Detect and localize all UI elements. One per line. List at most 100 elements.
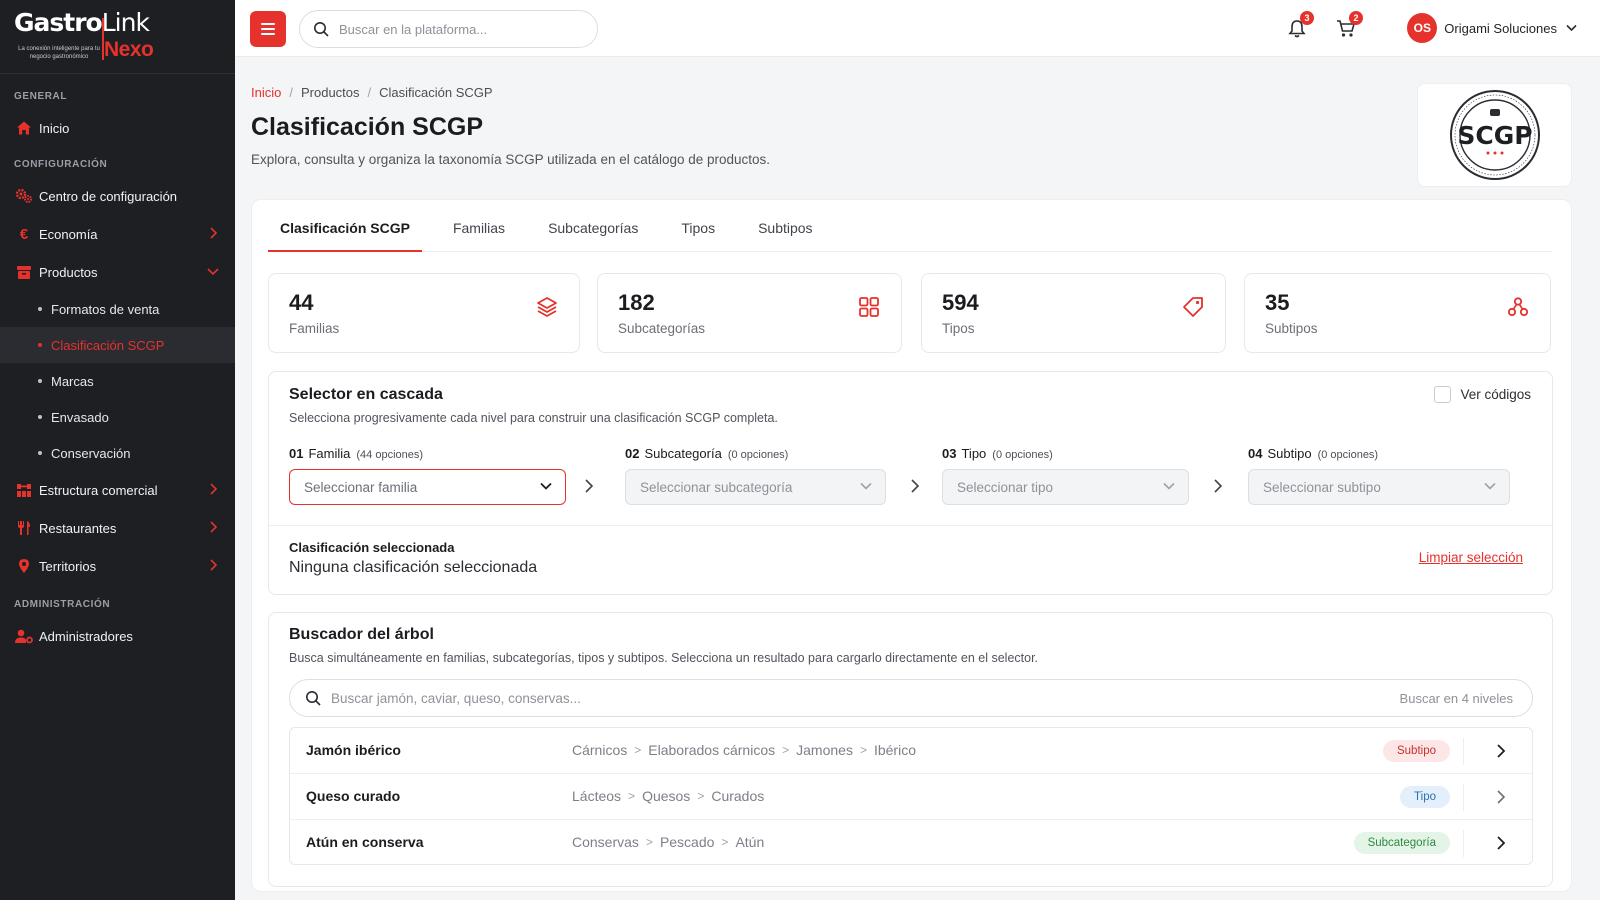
map-pin-icon [14, 556, 34, 576]
sidebar-item-economia[interactable]: € Economía [0, 215, 235, 253]
logo-wordmark: GastroLink [14, 8, 150, 37]
sidebar-subitem-formatos-venta[interactable]: Formatos de venta [0, 291, 235, 327]
grid-icon [859, 297, 879, 317]
user-menu[interactable]: OS Origami Soluciones [1407, 13, 1577, 43]
sidebar-item-productos[interactable]: Productos [0, 253, 235, 291]
stat-label: Subcategorías [618, 321, 706, 336]
sidebar-item-estructura-comercial[interactable]: Estructura comercial [0, 471, 235, 509]
tree-result-row[interactable]: Jamón ibérico Cárnicos > Elaborados cárnic… [290, 728, 1532, 774]
tree-search[interactable]: Buscar en 4 niveles [289, 679, 1533, 717]
sidebar-item-inicio[interactable]: Inicio [0, 109, 235, 147]
topbar: 3 2 OS Origami Soluciones [235, 0, 1600, 57]
sidebar-item-label: Restaurantes [39, 520, 117, 536]
menu-toggle-button[interactable] [250, 11, 286, 47]
sidebar-subitem-clasificacion-scgp[interactable]: Clasificación SCGP [0, 327, 235, 363]
sidebar-subitem-conservacion[interactable]: Conservación [0, 435, 235, 471]
search-icon [314, 22, 329, 37]
selected-classification-value: Ninguna clasificación seleccionada [289, 559, 538, 576]
sidebar-item-restaurantes[interactable]: Restaurantes [0, 509, 235, 547]
clear-selection-link[interactable]: Limpiar selección [1419, 550, 1523, 565]
result-level-badge: Subcategoría [1353, 832, 1450, 854]
chevron-right-icon [585, 479, 594, 493]
logo-tagline: La conexión inteligente para tu negocio … [18, 46, 100, 60]
layers-icon [537, 297, 557, 317]
stat-label: Familias [289, 321, 340, 336]
notifications-badge: 3 [1300, 11, 1314, 25]
show-codes-checkbox[interactable] [1434, 386, 1452, 403]
breadcrumb: Inicio / Productos / Clasificación SCGP [251, 85, 493, 100]
logo-nexo: Nexo [104, 38, 154, 61]
sidebar-item-label: Economía [39, 226, 98, 242]
tab-clasificacion-scgp[interactable]: Clasificación SCGP [268, 214, 422, 252]
tab-familias[interactable]: Familias [441, 214, 517, 252]
step-label-tipo: 03 Tipo (0 opciones) [942, 446, 1053, 461]
chevron-down-icon [1484, 482, 1496, 490]
stat-card-familias: 44 Familias [268, 273, 580, 353]
tab-subcategorias[interactable]: Subcategorías [536, 214, 650, 252]
show-codes-label: Ver códigos [1460, 387, 1531, 402]
hamburger-icon [261, 23, 275, 35]
chevron-down-icon [207, 268, 219, 276]
familia-select[interactable]: Seleccionar familia [289, 469, 566, 505]
subtipo-select[interactable]: Seleccionar subtipo [1248, 469, 1510, 505]
global-search-input[interactable] [339, 21, 579, 37]
chevron-right-icon[interactable] [1494, 790, 1508, 804]
sidebar-item-centro-configuracion[interactable]: Centro de configuración [0, 177, 235, 215]
breadcrumb-link-inicio[interactable]: Inicio [251, 85, 281, 100]
show-codes-toggle[interactable]: Ver códigos [1434, 386, 1531, 403]
result-name: Jamón ibérico [306, 742, 401, 758]
page-title: Clasificación SCGP [251, 113, 484, 141]
chevron-right-icon[interactable] [1494, 744, 1508, 758]
user-gear-icon [14, 626, 34, 646]
breadcrumb-link-productos[interactable]: Productos [301, 85, 360, 100]
cart-button[interactable]: 2 [1331, 11, 1363, 43]
global-search[interactable] [299, 10, 598, 48]
chevron-right-icon [210, 559, 217, 571]
sidebar-item-label: Inicio [39, 120, 70, 136]
chevron-right-icon[interactable] [1494, 836, 1508, 850]
chevron-down-icon [1566, 24, 1577, 32]
result-path: Cárnicos > Elaborados cárnicos > Jamones > Ibé… [572, 742, 916, 758]
logo[interactable]: GastroLink Nexo La conexión inteligente … [0, 0, 235, 74]
chevron-down-icon [540, 482, 552, 490]
result-path: Lácteos > Quesos > Curados [572, 788, 765, 804]
tree-search-hint: Buscar en 4 niveles [1399, 691, 1513, 706]
tree-results-list: Jamón ibérico Cárnicos > Elaborados cárnic… [289, 727, 1533, 865]
tree-result-row[interactable]: Atún en conserva Conservas > Pescado > Atún … [290, 820, 1532, 866]
tabs: Clasificación SCGP Familias Subcategoría… [268, 214, 1552, 252]
tree-search-input[interactable] [331, 690, 1311, 706]
cascade-selector: Selector en cascada Selecciona progresiv… [268, 371, 1553, 595]
subcategoria-select[interactable]: Seleccionar subcategoría [625, 469, 886, 505]
notifications-button[interactable]: 3 [1282, 11, 1314, 43]
nav-section-administracion: ADMINISTRACIÓN [14, 599, 111, 610]
tree-description: Busca simultáneamente en familias, subca… [289, 651, 1039, 665]
nav-section-general: GENERAL [14, 91, 68, 102]
result-name: Atún en conserva [306, 834, 424, 850]
home-icon [14, 118, 34, 138]
step-label-familia: 01 Familia (44 opciones) [289, 446, 424, 461]
tag-icon [1183, 297, 1203, 317]
sidebar-subitem-marcas[interactable]: Marcas [0, 363, 235, 399]
sidebar-item-territorios[interactable]: Territorios [0, 547, 235, 585]
sidebar-item-label: Estructura comercial [39, 482, 158, 498]
chevron-right-icon [911, 479, 920, 493]
tipo-select[interactable]: Seleccionar tipo [942, 469, 1189, 505]
tab-subtipos[interactable]: Subtipos [746, 214, 824, 252]
scgp-seal-logo: SCGP [1449, 90, 1540, 180]
sidebar-item-administradores[interactable]: Administradores [0, 617, 235, 655]
sidebar-item-label: Centro de configuración [39, 188, 178, 204]
sidebar-item-label: Territorios [39, 558, 97, 574]
sidebar-subitem-envasado[interactable]: Envasado [0, 399, 235, 435]
cart-badge: 2 [1349, 11, 1363, 25]
svg-text:SCGP: SCGP [1457, 121, 1532, 150]
stat-value: 182 [618, 290, 655, 315]
tab-tipos[interactable]: Tipos [669, 214, 727, 252]
chevron-right-icon [1214, 479, 1223, 493]
sitemap-icon [14, 480, 34, 500]
stat-value: 44 [289, 290, 314, 315]
stat-value: 594 [942, 290, 979, 315]
result-level-badge: Subtipo [1382, 740, 1450, 762]
tree-search-section: Buscador del árbol Busca simultáneamente… [268, 612, 1553, 887]
cascade-title: Selector en cascada [289, 386, 443, 403]
tree-result-row[interactable]: Queso curado Lácteos > Quesos > Curados Tipo [290, 774, 1532, 820]
